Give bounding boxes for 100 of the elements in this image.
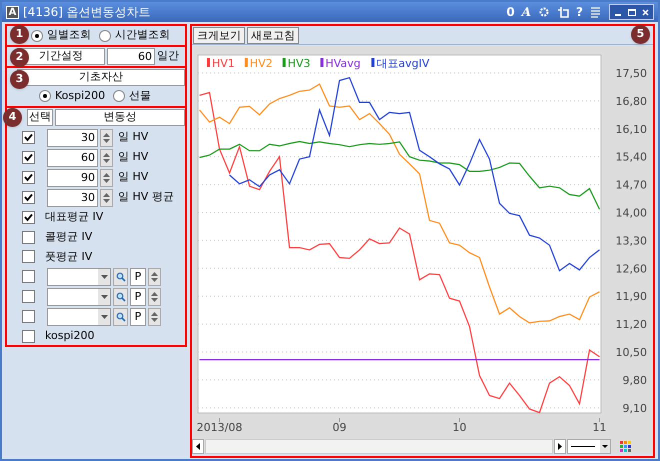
checkmark-icon [24,212,33,222]
y-axis-label: 9,80 [622,374,647,387]
radio-label: Kospi200 [55,88,106,104]
search-button[interactable] [113,268,128,286]
row-label: 풋평균 IV [45,248,92,265]
y-axis-label: 17,50 [616,66,647,80]
legend-item: HV3 [282,57,310,70]
maximize-icon [628,8,636,16]
search-icon [116,312,126,322]
y-axis-label: 14,00 [616,206,647,220]
row-label: 대표평균 IV [45,209,104,226]
row-label: 일 HV [118,129,148,146]
x-axis-label: 10 [452,421,466,434]
checkbox[interactable] [22,330,35,344]
days-input[interactable]: 60 [47,148,98,166]
checkmark-icon [24,133,33,142]
left-arrow-icon [196,442,200,450]
x-axis-label: 11 [592,421,606,434]
up-arrow-icon [151,312,158,316]
series-dropdown[interactable] [47,308,111,326]
caret-icon [602,444,608,448]
up-arrow-icon [151,272,158,276]
legend-label: HV2 [250,57,273,70]
checkbox[interactable] [22,210,35,224]
column-header: 변동성 [55,109,185,126]
radio-button[interactable] [39,90,51,102]
series-dropdown[interactable] [47,268,111,286]
days-input[interactable]: 30 [47,128,98,146]
up-arrow-icon [151,292,158,296]
spin-button[interactable] [100,148,113,166]
list-icon[interactable] [590,6,602,18]
row-label: 일 HV 평균 [118,189,174,206]
up-arrow-icon [103,192,110,196]
y-axis-label: 11,20 [616,318,647,332]
radio-label: 일별조회 [47,27,91,44]
checkbox[interactable] [22,290,35,304]
checkmark-icon [24,173,33,182]
line-style-dropdown[interactable] [567,438,611,454]
y-axis-label: 14,70 [616,178,647,192]
title-tool[interactable]: 0 [506,3,515,21]
spin-button[interactable] [148,308,161,326]
radio-label: 선물 [129,88,152,104]
y-axis-label: 10,50 [616,346,647,359]
search-icon [116,272,126,282]
down-arrow-icon [151,278,158,282]
y-axis-label: 13,30 [616,234,647,248]
days-input[interactable]: 30 [47,188,98,206]
x-axis-label: 2013/08 [196,421,242,434]
search-button[interactable] [113,308,128,326]
radio-button[interactable] [113,90,126,102]
spin-button[interactable] [148,268,161,286]
spin-button[interactable] [100,188,113,206]
help-button[interactable]: ? [576,3,583,21]
toolbar-button[interactable]: 새로고침 [247,26,299,44]
p-button[interactable]: P [130,308,146,326]
step-marker: 5 [631,25,650,44]
spin-button[interactable] [148,288,161,306]
caret-icon [100,294,108,299]
radio-button[interactable] [99,30,111,42]
maximize-button[interactable] [625,6,638,18]
series-dropdown[interactable] [47,288,111,306]
y-axis-label: 11,90 [616,290,647,304]
period-input[interactable]: 60 [107,48,155,65]
down-arrow-icon [103,158,110,162]
p-button[interactable]: P [130,288,146,306]
toolbar-button[interactable]: 크게보기 [193,26,245,44]
y-axis-label: 9,10 [622,402,647,415]
search-button[interactable] [113,288,128,306]
scroll-right-button[interactable] [554,438,566,454]
checkbox[interactable] [22,191,35,204]
up-arrow-icon [103,132,110,136]
color-palette-icon[interactable] [620,440,631,452]
down-arrow-icon [103,138,110,142]
search-icon [116,292,126,302]
checkbox[interactable] [22,250,35,264]
checkbox[interactable] [22,131,35,144]
x-axis-label: 09 [332,421,346,434]
checkbox[interactable] [22,230,35,244]
down-arrow-icon [151,298,158,302]
down-arrow-icon [103,178,110,182]
row-label: 일 HV [118,149,148,166]
p-button[interactable]: P [130,268,146,286]
checkbox[interactable] [22,310,35,324]
checkbox[interactable] [22,151,35,164]
title-tool[interactable]: A [522,3,532,21]
y-axis-label: 16,80 [616,94,647,108]
caret-icon [100,314,108,319]
step-marker: 3 [10,70,29,89]
radio-button[interactable] [31,30,43,42]
row-label: 일 HV [118,169,148,186]
checkbox[interactable] [22,270,35,284]
y-axis-label: 15,40 [616,150,647,164]
days-input[interactable]: 90 [47,168,98,186]
scroll-left-button[interactable] [192,438,204,454]
spin-button[interactable] [100,168,113,186]
y-axis-label: 12,60 [616,262,647,276]
spin-button[interactable] [100,128,113,146]
checkbox[interactable] [22,171,35,184]
up-arrow-icon [103,172,110,176]
corner-icon[interactable] [557,6,570,18]
